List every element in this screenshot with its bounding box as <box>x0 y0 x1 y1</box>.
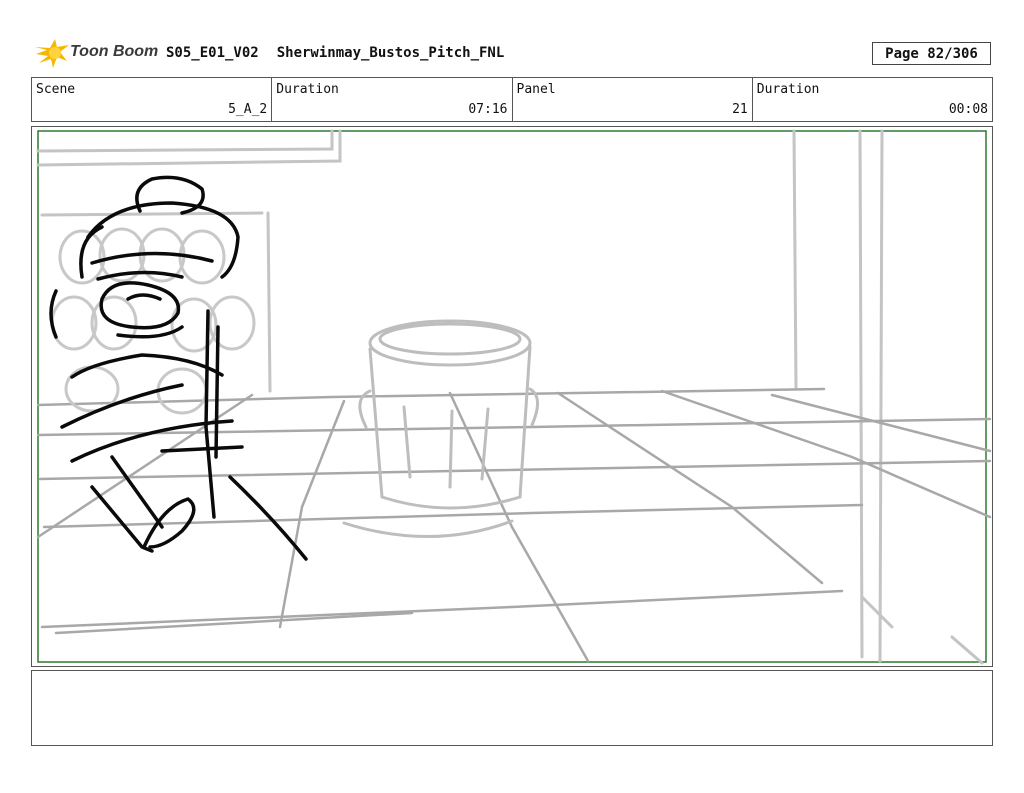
floor-grid <box>36 387 992 663</box>
scene-cell: Scene 5_A_2 <box>32 78 273 121</box>
panel-cell: Panel 21 <box>513 78 753 121</box>
panel-duration-value: 00:08 <box>948 102 988 117</box>
panel-notes-box <box>31 670 993 746</box>
scene-duration-value: 07:16 <box>468 102 508 117</box>
storyboard-panel <box>31 126 993 667</box>
scene-duration-cell: Duration 07:16 <box>272 78 513 121</box>
episode-code: S05_E01_V02 <box>166 45 259 61</box>
background-sketch <box>36 129 984 665</box>
project-name: Sherwinmay_Bustos_Pitch_FNL <box>276 45 505 61</box>
scene-value: 5_A_2 <box>228 102 268 117</box>
camera-frame <box>37 130 987 663</box>
page-counter: Page 82/306 <box>872 42 991 65</box>
toon-boom-logo: Toon Boom <box>33 37 159 71</box>
panel-duration-cell: Duration 00:08 <box>753 78 992 121</box>
logo-text: Toon Boom <box>70 43 159 60</box>
panel-info-row: Scene 5_A_2 Duration 07:16 Panel 21 Dura… <box>31 77 993 122</box>
panel-label: Panel <box>516 82 556 97</box>
scene-duration-label: Duration <box>276 82 339 97</box>
panel-sketch <box>36 129 992 665</box>
document-title: S05_E01_V02 Sherwinmay_Bustos_Pitch_FNL <box>166 45 504 61</box>
toon-boom-star-icon <box>35 39 69 68</box>
scene-label: Scene <box>36 82 76 97</box>
panel-duration-label: Duration <box>756 82 820 97</box>
panel-value: 21 <box>732 102 748 117</box>
